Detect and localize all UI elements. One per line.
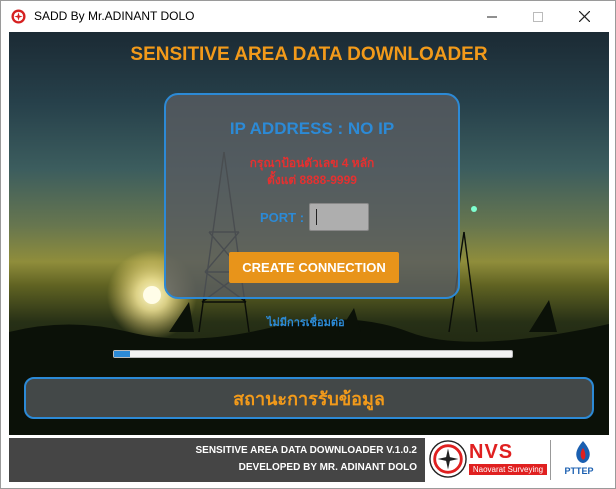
footer-developer: DEVELOPED BY MR. ADINANT DOLO — [238, 462, 417, 473]
progress-fill — [114, 351, 130, 357]
background-image: SENSITIVE AREA DATA DOWNLOADER IP ADDRES… — [9, 32, 609, 435]
nvs-logo-text: NVS — [469, 441, 514, 463]
data-status-bar: สถานะการรับข้อมูล — [24, 377, 594, 419]
title-bar: SADD By Mr.ADINANT DOLO — [1, 1, 615, 32]
footer-info: SENSITIVE AREA DATA DOWNLOADER V.1.0.2 D… — [9, 438, 425, 482]
app-title: SENSITIVE AREA DATA DOWNLOADER — [130, 44, 488, 65]
app-logo-icon — [11, 9, 26, 24]
pttep-flame-icon — [576, 441, 590, 463]
nvs-seal-icon — [429, 440, 467, 478]
port-label: PORT : — [260, 210, 305, 225]
app-window: SADD By Mr.ADINANT DOLO SENSITIVE AREA D… — [0, 0, 616, 489]
ip-address-label: IP ADDRESS : NO IP — [229, 119, 395, 138]
close-icon — [578, 11, 590, 22]
text-cursor — [316, 209, 317, 225]
progress-bar — [113, 350, 513, 358]
nvs-logo: NVS Naovarat Surveying — [469, 442, 547, 475]
maximize-button[interactable] — [515, 1, 561, 32]
nvs-logo-subtitle: Naovarat Surveying — [469, 464, 547, 475]
port-instruction: กรุณาป้อนตัวเลข 4 หลัก ตั้งแต่ 8888-9999 — [166, 155, 458, 189]
maximize-icon — [533, 11, 543, 22]
minimize-button[interactable] — [469, 1, 515, 32]
close-button[interactable] — [561, 1, 607, 32]
footer: SENSITIVE AREA DATA DOWNLOADER V.1.0.2 D… — [9, 438, 609, 482]
connection-status-text: ไม่มีการเชื่อมต่อ — [267, 317, 345, 329]
logo-divider — [550, 440, 551, 480]
port-instruction-line1: กรุณาป้อนตัวเลข 4 หลัก — [249, 156, 375, 170]
create-connection-button[interactable]: CREATE CONNECTION — [229, 252, 399, 283]
footer-version: SENSITIVE AREA DATA DOWNLOADER V.1.0.2 — [195, 445, 417, 456]
minimize-icon — [487, 16, 497, 17]
connection-panel: IP ADDRESS : NO IP กรุณาป้อนตัวเลข 4 หลั… — [164, 93, 460, 299]
pttep-logo-text: PTTEP — [564, 466, 594, 476]
port-input[interactable] — [309, 203, 369, 231]
data-status-text: สถานะการรับข้อมูล — [233, 388, 385, 409]
port-instruction-line2: ตั้งแต่ 8888-9999 — [267, 173, 357, 187]
window-title: SADD By Mr.ADINANT DOLO — [34, 9, 195, 23]
